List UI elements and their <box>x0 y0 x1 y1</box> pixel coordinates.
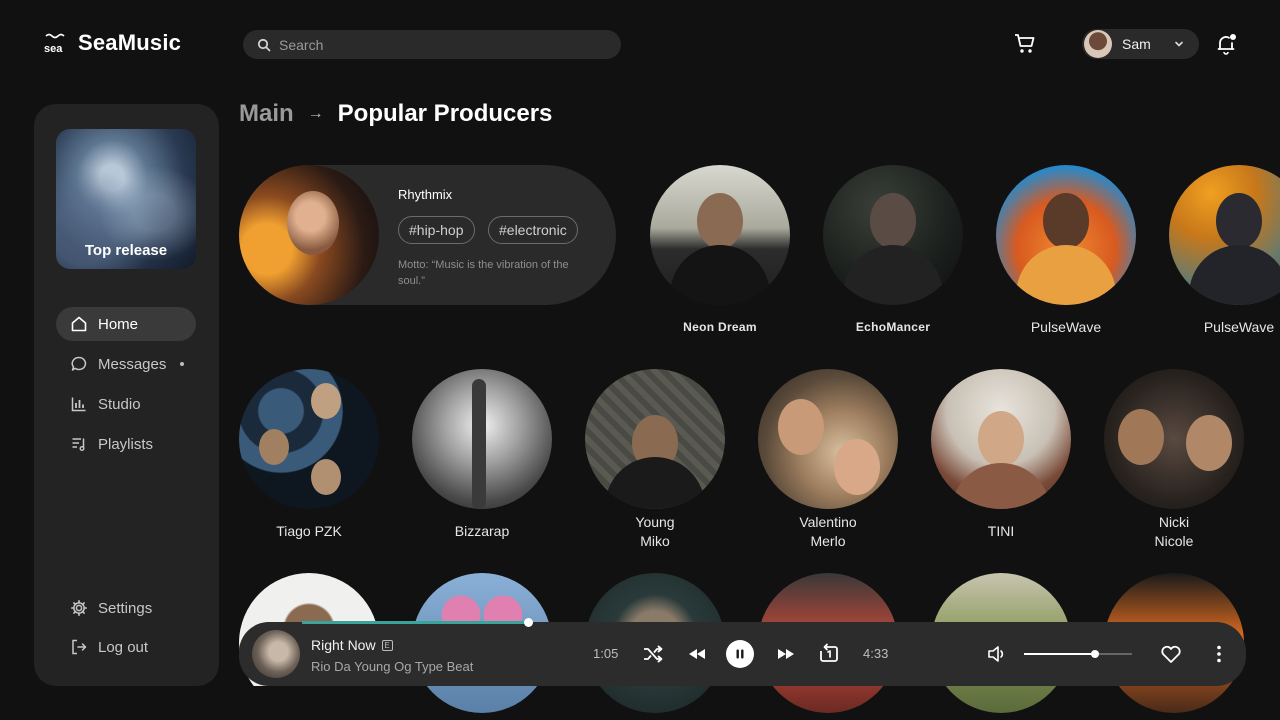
producer-photo <box>412 369 552 509</box>
featured-producer-name: Rhythmix <box>398 187 453 202</box>
unread-dot <box>180 362 185 366</box>
app-name: SeaMusic <box>78 30 182 55</box>
sidebar: Top release Home Messages Studio Playlis… <box>34 104 219 686</box>
featured-producer-photo <box>239 165 379 305</box>
sidebar-item-label: Playlists <box>98 435 154 453</box>
now-playing-artist: Rio Da Young Og Type Beat <box>311 659 474 674</box>
producer-name: Young Miko <box>635 514 675 549</box>
genre-tag[interactable]: #hip-hop <box>398 216 475 244</box>
producer-card[interactable]: Valentino Merlo <box>758 369 898 551</box>
featured-producer-motto: Motto: “Music is the vibration of the so… <box>398 259 569 287</box>
producer-card[interactable]: Neon Dream <box>650 165 790 337</box>
now-playing-artwork <box>252 630 300 678</box>
sidebar-item-label: Messages <box>98 355 167 373</box>
next-track-icon[interactable] <box>774 642 798 666</box>
gear-icon <box>71 600 87 616</box>
user-menu[interactable]: Sam <box>1082 29 1199 59</box>
bar-chart-icon <box>71 397 86 412</box>
track-title: Right Now <box>311 637 376 653</box>
sea-logo-icon: sea <box>44 30 66 56</box>
sidebar-item-label: Log out <box>98 638 149 656</box>
logout-icon <box>72 639 87 655</box>
producer-card[interactable]: Young Miko <box>585 369 725 551</box>
producer-name: Nicki Nicole <box>1154 514 1194 549</box>
producer-name: PulseWave <box>1030 319 1102 335</box>
featured-producer-card[interactable]: Rhythmix #hip-hop #electronic Motto: “Mu… <box>239 165 616 305</box>
producer-photo <box>931 369 1071 509</box>
producer-photo <box>996 165 1136 305</box>
producer-photo <box>239 369 379 509</box>
search-icon <box>257 38 271 51</box>
breadcrumb: Main → Popular Producers <box>239 100 552 128</box>
producer-card[interactable]: Nicki Nicole <box>1104 369 1244 551</box>
more-options-icon[interactable] <box>1207 642 1231 666</box>
producer-card[interactable]: PulseWave <box>996 165 1136 337</box>
arrow-right-icon: → <box>307 105 324 122</box>
shuffle-icon[interactable] <box>641 642 665 666</box>
producer-photo <box>758 369 898 509</box>
cart-icon[interactable] <box>1013 32 1037 56</box>
producer-photo <box>650 165 790 305</box>
avatar <box>1084 30 1112 58</box>
search-bar[interactable] <box>243 30 621 59</box>
sidebar-item-home[interactable]: Home <box>56 307 196 341</box>
producer-photo <box>1104 369 1244 509</box>
track-duration: 4:33 <box>863 646 889 661</box>
sidebar-item-label: Home <box>98 315 139 333</box>
user-name: Sam <box>1122 36 1151 52</box>
producer-name: EchoMancer <box>855 320 931 334</box>
notification-bell-icon[interactable] <box>1214 32 1238 56</box>
playback-progress-bar[interactable] <box>302 621 528 624</box>
sidebar-item-label: Settings <box>98 599 153 617</box>
producer-card[interactable]: EchoMancer <box>823 165 963 337</box>
producer-card[interactable]: TINI <box>931 369 1071 541</box>
genre-tag[interactable]: #electronic <box>488 216 578 244</box>
sidebar-item-label: Studio <box>98 395 141 413</box>
app-logo[interactable]: sea SeaMusic <box>44 30 181 56</box>
producer-card[interactable]: PulseWave <box>1169 165 1280 337</box>
producer-photo <box>823 165 963 305</box>
producer-name: Tiago PZK <box>276 523 342 539</box>
producer-photo <box>585 369 725 509</box>
elapsed-time: 1:05 <box>593 646 619 661</box>
sidebar-item-messages[interactable]: Messages <box>56 347 196 381</box>
chat-bubble-icon <box>71 356 87 371</box>
playback-progress-handle[interactable] <box>524 618 533 627</box>
repeat-one-icon[interactable] <box>817 642 841 666</box>
sidebar-item-studio[interactable]: Studio <box>56 387 196 421</box>
sidebar-item-settings[interactable]: Settings <box>56 591 196 625</box>
volume-slider-handle[interactable] <box>1091 650 1099 658</box>
top-release-label: Top release <box>84 242 168 259</box>
playlist-icon <box>72 438 85 451</box>
sidebar-item-playlists[interactable]: Playlists <box>56 427 196 461</box>
explicit-icon: E <box>381 639 393 651</box>
top-release-card[interactable]: Top release <box>56 129 196 269</box>
pause-icon <box>736 649 744 659</box>
producer-card[interactable]: Tiago PZK <box>239 369 379 541</box>
producer-name: Neon Dream <box>683 320 757 334</box>
home-icon <box>71 316 87 332</box>
pause-button[interactable] <box>726 640 754 668</box>
previous-track-icon[interactable] <box>685 642 709 666</box>
producer-name: Bizzarap <box>454 523 510 539</box>
page-title: Popular Producers <box>337 100 553 127</box>
search-input[interactable] <box>279 36 599 53</box>
producer-card[interactable]: Bizzarap <box>412 369 552 541</box>
chevron-down-icon <box>1174 41 1183 47</box>
producer-name: TINI <box>987 523 1015 539</box>
volume-icon[interactable] <box>985 642 1009 666</box>
heart-icon[interactable] <box>1159 642 1183 666</box>
producer-name: PulseWave <box>1203 319 1275 335</box>
producer-name: Valentino Merlo <box>799 514 857 549</box>
svg-text:sea: sea <box>44 43 63 55</box>
breadcrumb-parent[interactable]: Main <box>239 100 294 128</box>
sidebar-item-logout[interactable]: Log out <box>56 630 196 664</box>
volume-slider-fill <box>1024 653 1095 655</box>
now-playing-title: Right Now E <box>311 637 393 653</box>
producer-photo <box>1169 165 1280 305</box>
